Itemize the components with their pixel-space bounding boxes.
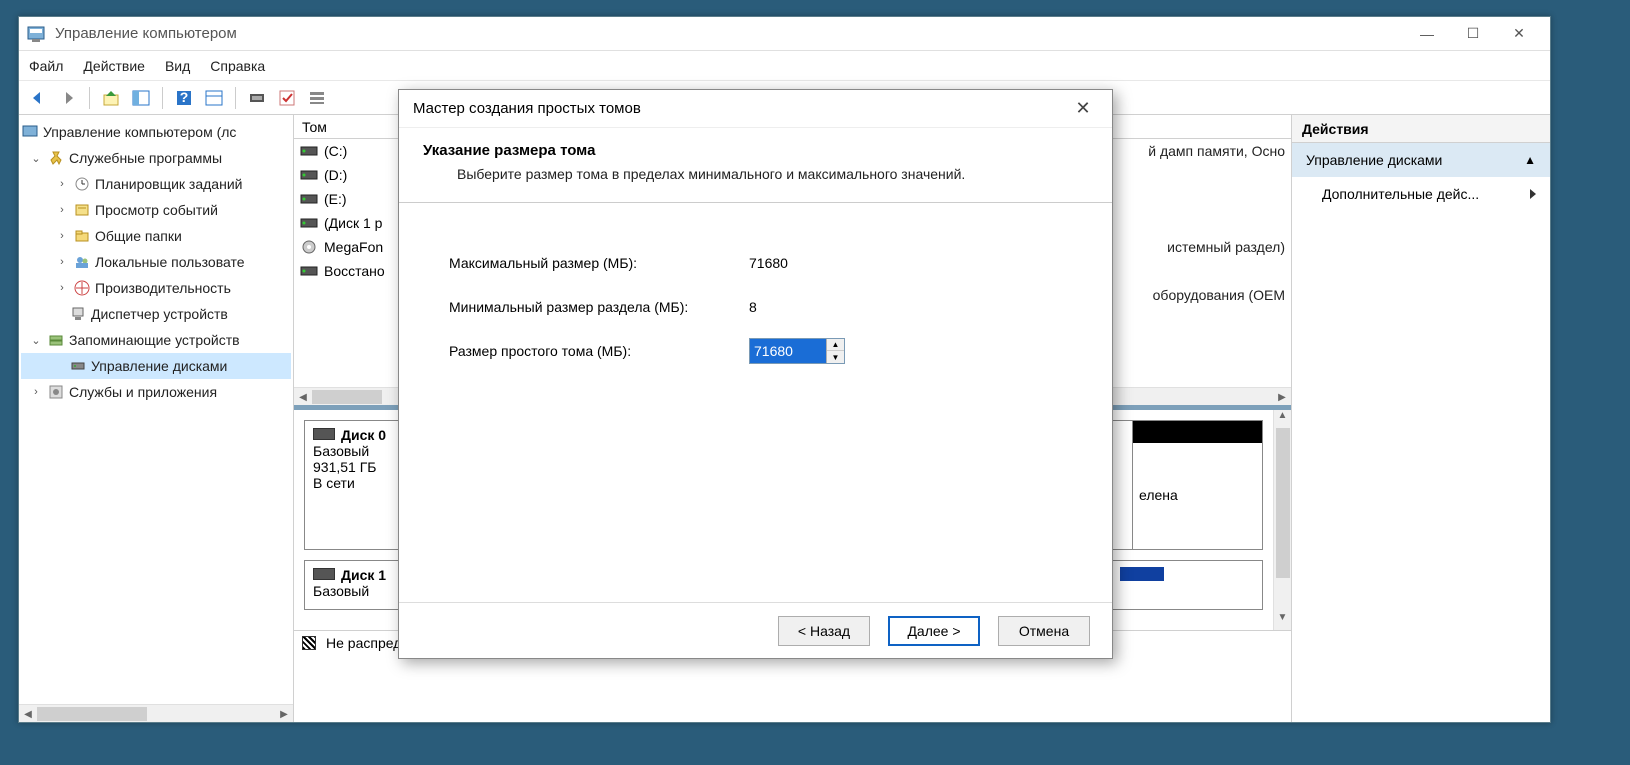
menu-help[interactable]: Справка [210,58,265,74]
collapse-icon: ▲ [1524,153,1536,167]
submenu-arrow-icon [1530,189,1536,199]
volume-size-spinner: ▲ ▼ [749,338,845,364]
volume-size-input[interactable] [750,339,826,363]
partial-text: оборудования (OEM [1153,287,1285,303]
tree-devmgr[interactable]: Диспетчер устройств [21,301,291,327]
disk-vscroll[interactable]: ▲ ▼ [1273,410,1291,630]
actions-more[interactable]: Дополнительные дейс... [1292,177,1550,211]
tree-services[interactable]: › Службы и приложения [21,379,291,405]
tree-scheduler[interactable]: › Планировщик заданий [21,171,291,197]
list-button[interactable] [304,85,330,111]
tree-shared[interactable]: › Общие папки [21,223,291,249]
settings-button[interactable] [244,85,270,111]
spin-down-button[interactable]: ▼ [827,351,844,363]
titlebar: Управление компьютером — ☐ ✕ [19,17,1550,51]
svg-text:?: ? [180,89,189,105]
disk-icon [313,428,335,440]
actions-header: Действия [1292,115,1550,143]
check-button[interactable] [274,85,300,111]
app-icon [27,25,45,43]
legend-unallocated-swatch [302,636,316,650]
wizard-subtitle: Выберите размер тома в пределах минималь… [457,165,1088,184]
min-size-label: Минимальный размер раздела (МБ): [449,299,749,315]
spin-up-button[interactable]: ▲ [827,339,844,352]
disk-icon [313,568,335,580]
max-size-value: 71680 [749,255,869,271]
forward-button[interactable] [55,85,81,111]
close-button[interactable]: ✕ [1496,19,1542,49]
wizard-heading: Указание размера тома [423,142,1088,159]
show-hide-tree-button[interactable] [128,85,154,111]
wizard-dialog: Мастер создания простых томов ✕ Указание… [398,89,1113,659]
max-size-label: Максимальный размер (МБ): [449,255,749,271]
menu-file[interactable]: Файл [29,58,63,74]
partial-text: истемный раздел) [1167,239,1285,255]
minimize-button[interactable]: — [1404,19,1450,49]
min-size-value: 8 [749,299,869,315]
back-button[interactable]: < Назад [778,616,870,646]
tree-eventviewer[interactable]: › Просмотр событий [21,197,291,223]
back-button[interactable] [25,85,51,111]
window-title: Управление компьютером [55,25,1404,42]
tree-storage[interactable]: ⌄ Запоминающие устройств [21,327,291,353]
volume-size-label: Размер простого тома (МБ): [449,343,749,359]
tree-utilities[interactable]: ⌄ Служебные программы [21,145,291,171]
wizard-close-button[interactable]: ✕ [1068,98,1098,119]
up-button[interactable] [98,85,124,111]
actions-pane: Действия Управление дисками ▲ Дополнител… [1292,115,1550,722]
help-button[interactable]: ? [171,85,197,111]
cancel-button[interactable]: Отмена [998,616,1090,646]
maximize-button[interactable]: ☐ [1450,19,1496,49]
menubar: Файл Действие Вид Справка [19,51,1550,81]
menu-action[interactable]: Действие [83,58,145,74]
tree-root[interactable]: Управление компьютером (лс [21,119,291,145]
menu-view[interactable]: Вид [165,58,190,74]
partial-text: елена [1139,487,1178,503]
partial-text: й дамп памяти, Осно [1148,143,1285,159]
view-button[interactable] [201,85,227,111]
wizard-title: Мастер создания простых томов [413,100,1068,117]
tree-pane: Управление компьютером (лс ⌄ Служебные п… [19,115,294,722]
actions-diskmgmt[interactable]: Управление дисками ▲ [1292,143,1550,177]
tree-localusers[interactable]: › Локальные пользовате [21,249,291,275]
next-button[interactable]: Далее > [888,616,980,646]
tree-diskmgmt[interactable]: Управление дисками [21,353,291,379]
tree-perf[interactable]: › Производительность [21,275,291,301]
tree-hscroll[interactable]: ◀ ▶ [19,704,293,722]
